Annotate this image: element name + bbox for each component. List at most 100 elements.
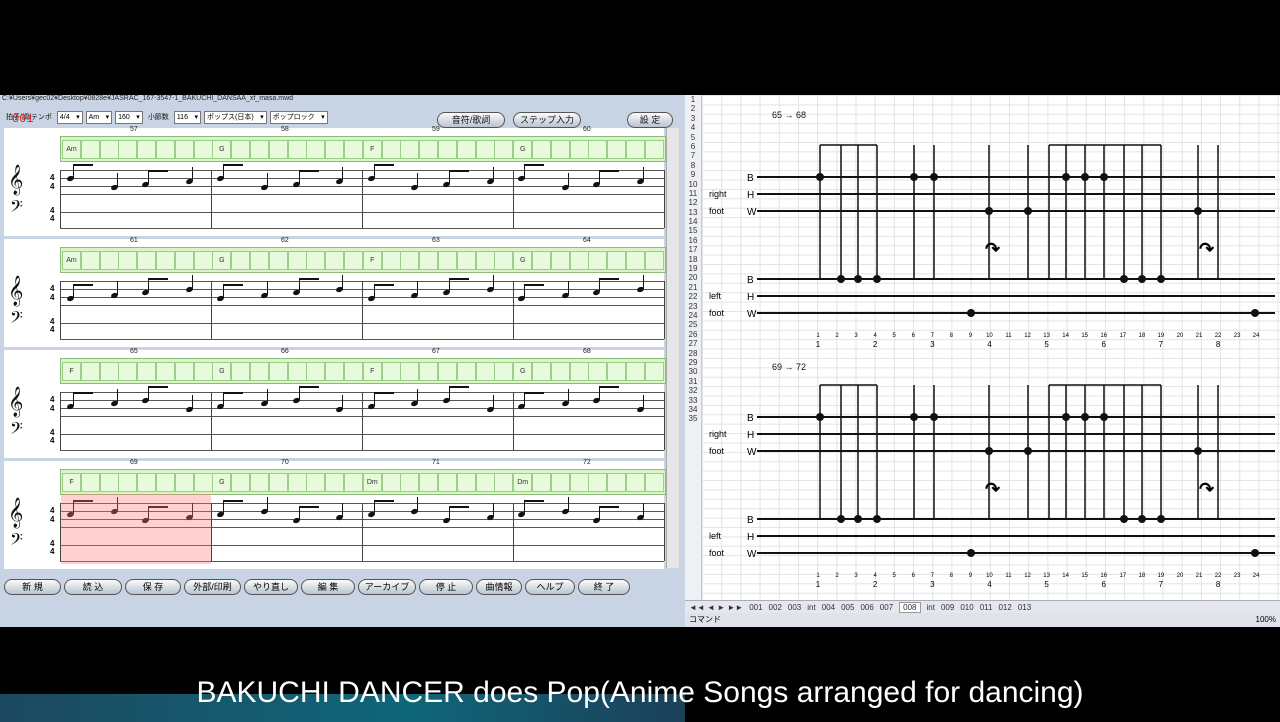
chord-cell[interactable] [268,473,288,492]
chord-cell[interactable] [325,473,345,492]
chord-cell[interactable] [174,473,194,492]
chord-cell[interactable]: G [212,140,232,159]
chord-cell[interactable] [588,473,608,492]
chord-cell[interactable]: F [62,362,81,381]
chord-cell[interactable] [287,251,307,270]
chord-cell[interactable] [193,473,213,492]
chord-cell[interactable] [118,251,138,270]
sheet-tab-int[interactable]: int [927,603,935,612]
chord-cell[interactable] [80,140,100,159]
chord-cell[interactable]: G [513,362,533,381]
chord-cell[interactable] [156,362,175,381]
sheet-tab-007[interactable]: 007 [880,603,893,612]
chord-cell[interactable] [99,251,119,270]
chord-cell[interactable] [644,251,664,270]
chord-cell[interactable] [250,140,269,159]
chord-cell[interactable] [475,473,495,492]
chord-cell[interactable] [99,140,119,159]
chord-cell[interactable] [268,140,288,159]
bars-input[interactable]: 116 [173,110,201,124]
chord-cell[interactable] [231,473,251,492]
chord-cell[interactable] [494,362,514,381]
chord-cell[interactable] [456,362,476,381]
chord-cell[interactable] [456,140,476,159]
bottom-button-4[interactable]: やり直し [244,579,298,595]
chord-cell[interactable] [156,251,175,270]
chord-cell[interactable] [532,362,551,381]
chord-cell[interactable]: G [212,251,232,270]
chord-cell[interactable] [174,251,194,270]
chord-cell[interactable] [250,362,269,381]
chord-cell[interactable] [268,362,288,381]
bottom-button-0[interactable]: 新 規 [4,579,61,595]
chord-cell[interactable] [419,362,439,381]
meter-select[interactable]: 4/4 [56,110,83,124]
chord-cell[interactable] [438,362,457,381]
chord-cell[interactable] [419,473,439,492]
chord-cell[interactable] [268,251,288,270]
chord-cell[interactable] [137,473,157,492]
sheet-tab-009[interactable]: 009 [941,603,954,612]
chord-cell[interactable] [306,473,326,492]
chord-cell[interactable] [118,473,138,492]
zoom-level[interactable]: 100% [1256,613,1276,627]
bottom-button-6[interactable]: アーカイブ [358,579,416,595]
chord-cell[interactable] [419,140,439,159]
chord-cell[interactable] [588,362,608,381]
chord-cell[interactable] [626,251,645,270]
key-select[interactable]: Am [85,110,113,124]
chord-cell[interactable] [550,362,570,381]
chord-cell[interactable] [174,362,194,381]
chord-cell[interactable] [494,251,514,270]
chord-cell[interactable] [231,140,251,159]
chord-cell[interactable] [550,473,570,492]
chord-cell[interactable] [607,140,627,159]
chord-cell[interactable] [344,140,363,159]
bottom-button-2[interactable]: 保 存 [125,579,181,595]
chord-cell[interactable] [626,362,645,381]
chord-cell[interactable]: G [513,140,533,159]
chord-cell[interactable] [419,251,439,270]
chord-cell[interactable] [80,473,100,492]
chord-cell[interactable] [137,140,157,159]
chord-cell[interactable] [118,140,138,159]
chord-cell[interactable] [532,251,551,270]
chord-cell[interactable] [456,251,476,270]
chord-cell[interactable] [569,473,589,492]
chord-cell[interactable] [569,251,589,270]
chord-cell[interactable] [287,473,307,492]
chord-cell[interactable] [644,140,664,159]
sheet-tab-int[interactable]: int [807,603,815,612]
chord-cell[interactable] [475,362,495,381]
chord-cell[interactable] [344,473,363,492]
chord-cell[interactable] [137,362,157,381]
chord-cell[interactable] [287,362,307,381]
bottom-button-8[interactable]: 曲情報 [476,579,522,595]
chord-cell[interactable] [569,362,589,381]
vertical-scrollbar[interactable] [666,128,679,568]
chord-cell[interactable] [287,140,307,159]
chord-cell[interactable] [532,473,551,492]
chord-cell[interactable]: Am [62,251,81,270]
chord-cell[interactable] [607,251,627,270]
sheet-tab-005[interactable]: 005 [841,603,854,612]
settings-button[interactable]: 設 定 [627,112,673,128]
chord-cell[interactable] [456,473,476,492]
chord-cell[interactable] [438,473,457,492]
tempo-input[interactable]: 160 [115,110,143,124]
chord-cell[interactable] [532,140,551,159]
chord-cell[interactable] [475,140,495,159]
chord-cell[interactable] [400,251,420,270]
chord-cell[interactable] [325,362,345,381]
chord-cell[interactable]: F [362,362,382,381]
chord-cell[interactable] [80,362,100,381]
chord-cell[interactable] [193,362,213,381]
sheet-tab-001[interactable]: 001 [749,603,762,612]
chord-cell[interactable] [588,140,608,159]
chord-cell[interactable] [438,140,457,159]
chord-cell[interactable] [193,251,213,270]
chord-cell[interactable] [306,362,326,381]
sheet-tab-003[interactable]: 003 [788,603,801,612]
chord-cell[interactable]: G [513,251,533,270]
chord-cell[interactable] [231,362,251,381]
